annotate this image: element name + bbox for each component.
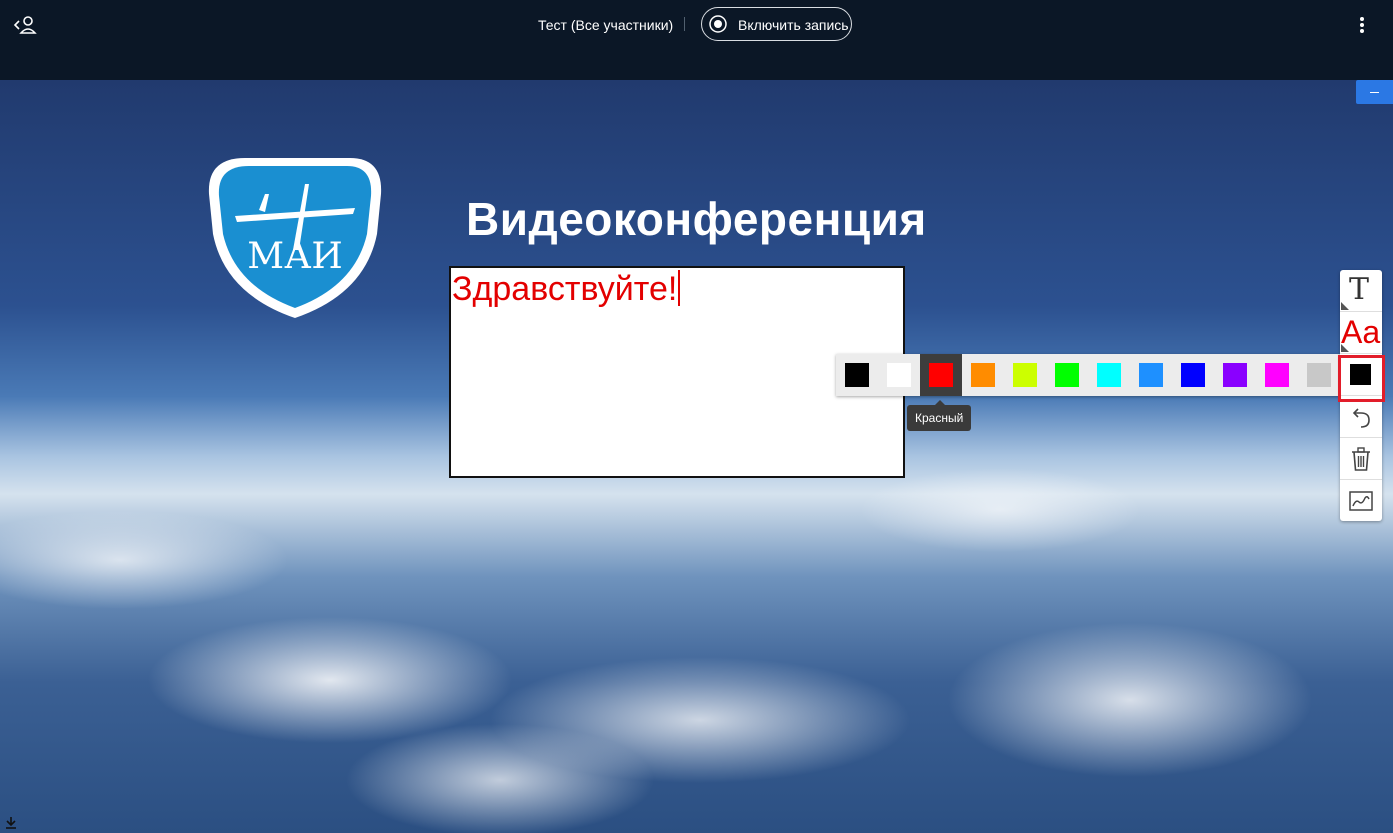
meeting-title: Тест (Все участники)	[538, 17, 674, 33]
color-swatch-9[interactable]	[1214, 354, 1256, 396]
color-swatch-4[interactable]	[1004, 354, 1046, 396]
color-swatch-fill	[887, 363, 911, 387]
mai-logo: МАИ	[208, 158, 382, 318]
pen-draw-icon	[1349, 491, 1373, 511]
color-swatch-fill	[971, 363, 995, 387]
color-swatch-fill	[1181, 363, 1205, 387]
color-swatch-fill	[1055, 363, 1079, 387]
annotation-toolbar: T Aa	[1340, 270, 1382, 521]
color-swatch-10[interactable]	[1256, 354, 1298, 396]
text-caret	[678, 270, 681, 306]
color-tool-button[interactable]	[1340, 354, 1382, 396]
current-color-swatch	[1350, 364, 1371, 385]
color-tooltip: Красный	[907, 400, 972, 431]
color-swatch-fill	[929, 363, 953, 387]
annotation-text-value: Здравствуйте!	[452, 270, 678, 308]
color-swatch-1[interactable]	[878, 354, 920, 396]
color-swatch-6[interactable]	[1088, 354, 1130, 396]
color-swatch-5[interactable]	[1046, 354, 1088, 396]
slide-title: Видеоконференция	[466, 193, 927, 245]
color-swatch-fill	[1265, 363, 1289, 387]
color-swatch-11[interactable]	[1298, 354, 1340, 396]
submenu-corner-icon	[1341, 302, 1349, 310]
undo-icon	[1352, 408, 1370, 428]
color-swatch-7[interactable]	[1130, 354, 1172, 396]
text-tool-icon: T	[1349, 272, 1370, 307]
color-swatch-fill	[1139, 363, 1163, 387]
color-swatch-3[interactable]	[962, 354, 1004, 396]
font-size-tool-button[interactable]: Aa	[1340, 312, 1382, 354]
trash-icon	[1352, 447, 1370, 471]
back-to-participants-icon	[13, 16, 37, 34]
record-icon	[709, 15, 727, 33]
top-bar: Тест (Все участники) Включить запись	[0, 0, 1393, 80]
color-swatch-fill	[1307, 363, 1331, 387]
pen-tool-button[interactable]	[1340, 480, 1382, 522]
record-button-label: Включить запись	[738, 17, 849, 33]
title-divider	[684, 17, 685, 31]
download-icon[interactable]	[5, 816, 17, 829]
color-swatch-fill	[1097, 363, 1121, 387]
record-button[interactable]: Включить запись	[701, 7, 852, 41]
minimize-presentation-button[interactable]	[1356, 80, 1393, 104]
color-palette	[836, 354, 1340, 396]
more-options-button[interactable]	[1356, 14, 1368, 36]
color-swatch-fill	[845, 363, 869, 387]
color-swatch-2[interactable]	[920, 354, 962, 396]
submenu-corner-icon	[1341, 344, 1349, 352]
color-swatch-fill	[1013, 363, 1037, 387]
color-swatch-8[interactable]	[1172, 354, 1214, 396]
annotation-text: Здравствуйте!	[452, 270, 681, 309]
participants-back-button[interactable]	[12, 12, 40, 38]
more-vertical-icon	[1360, 17, 1364, 33]
text-tool-button[interactable]: T	[1340, 270, 1382, 312]
delete-tool-button[interactable]	[1340, 438, 1382, 480]
color-swatch-fill	[1223, 363, 1247, 387]
undo-tool-button[interactable]	[1340, 396, 1382, 438]
logo-text: МАИ	[247, 236, 343, 277]
color-swatch-0[interactable]	[836, 354, 878, 396]
